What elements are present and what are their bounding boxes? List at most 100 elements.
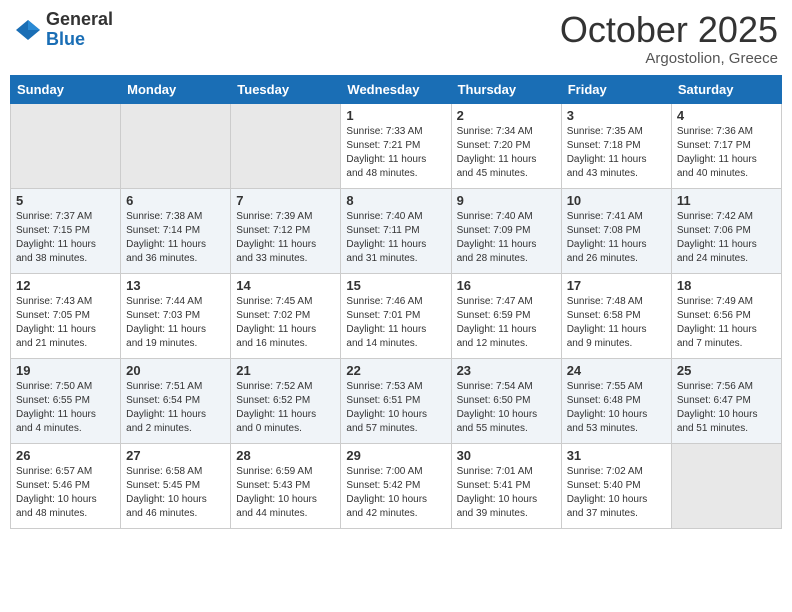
logo: General Blue	[14, 10, 113, 50]
calendar-cell: 21 Sunrise: 7:52 AM Sunset: 6:52 PM Dayli…	[231, 358, 341, 443]
day-info: Sunrise: 7:38 AM Sunset: 7:14 PM Dayligh…	[126, 210, 225, 266]
day-info: Sunrise: 7:53 AM Sunset: 6:51 PM Dayligh…	[346, 380, 445, 436]
weekday-header: Saturday	[671, 75, 781, 103]
day-info: Sunrise: 7:45 AM Sunset: 7:02 PM Dayligh…	[236, 295, 335, 351]
day-number: 17	[567, 278, 666, 293]
day-info: Sunrise: 6:57 AM Sunset: 5:46 PM Dayligh…	[16, 465, 115, 521]
calendar-cell	[671, 443, 781, 528]
page-header: General Blue October 2025 Argostolion, G…	[10, 10, 782, 67]
day-number: 20	[126, 363, 225, 378]
day-info: Sunrise: 7:36 AM Sunset: 7:17 PM Dayligh…	[677, 125, 776, 181]
calendar-cell: 10Sunrise: 7:41 AM Sunset: 7:08 PM Dayli…	[561, 188, 671, 273]
day-info: Sunrise: 7:44 AM Sunset: 7:03 PM Dayligh…	[126, 295, 225, 351]
day-info: Sunrise: 7:00 AM Sunset: 5:42 PM Dayligh…	[346, 465, 445, 521]
day-info: Sunrise: 7:55 AM Sunset: 6:48 PM Dayligh…	[567, 380, 666, 436]
logo-icon	[14, 16, 42, 44]
day-info: Sunrise: 7:43 AM Sunset: 7:05 PM Dayligh…	[16, 295, 115, 351]
day-number: 4	[677, 108, 776, 123]
day-info: Sunrise: 7:34 AM Sunset: 7:20 PM Dayligh…	[457, 125, 556, 181]
day-number: 6	[126, 193, 225, 208]
day-number: 8	[346, 193, 445, 208]
day-number: 26	[16, 448, 115, 463]
day-number: 9	[457, 193, 556, 208]
calendar-cell: 27 Sunrise: 6:58 AM Sunset: 5:45 PM Dayli…	[121, 443, 231, 528]
calendar-cell: 14 Sunrise: 7:45 AM Sunset: 7:02 PM Dayli…	[231, 273, 341, 358]
calendar-cell: 30 Sunrise: 7:01 AM Sunset: 5:41 PM Dayli…	[451, 443, 561, 528]
day-info: Sunrise: 7:56 AM Sunset: 6:47 PM Dayligh…	[677, 380, 776, 436]
month-title: October 2025	[560, 10, 778, 50]
day-number: 14	[236, 278, 335, 293]
calendar-cell: 12 Sunrise: 7:43 AM Sunset: 7:05 PM Dayli…	[11, 273, 121, 358]
day-number: 19	[16, 363, 115, 378]
day-number: 22	[346, 363, 445, 378]
weekday-header: Sunday	[11, 75, 121, 103]
logo-blue: Blue	[46, 29, 85, 49]
title-block: October 2025 Argostolion, Greece	[560, 10, 778, 67]
day-info: Sunrise: 7:50 AM Sunset: 6:55 PM Dayligh…	[16, 380, 115, 436]
day-info: Sunrise: 7:33 AM Sunset: 7:21 PM Dayligh…	[346, 125, 445, 181]
calendar-cell: 13Sunrise: 7:44 AM Sunset: 7:03 PM Dayli…	[121, 273, 231, 358]
calendar-cell: 11 Sunrise: 7:42 AM Sunset: 7:06 PM Dayli…	[671, 188, 781, 273]
logo-text: General Blue	[46, 10, 113, 50]
day-info: Sunrise: 7:46 AM Sunset: 7:01 PM Dayligh…	[346, 295, 445, 351]
calendar-cell	[231, 103, 341, 188]
calendar-cell: 22 Sunrise: 7:53 AM Sunset: 6:51 PM Dayli…	[341, 358, 451, 443]
day-info: Sunrise: 7:35 AM Sunset: 7:18 PM Dayligh…	[567, 125, 666, 181]
day-info: Sunrise: 7:54 AM Sunset: 6:50 PM Dayligh…	[457, 380, 556, 436]
calendar-week-row: 19 Sunrise: 7:50 AM Sunset: 6:55 PM Dayli…	[11, 358, 782, 443]
day-info: Sunrise: 7:39 AM Sunset: 7:12 PM Dayligh…	[236, 210, 335, 266]
calendar-cell: 5Sunrise: 7:37 AM Sunset: 7:15 PM Daylig…	[11, 188, 121, 273]
calendar-week-row: 12 Sunrise: 7:43 AM Sunset: 7:05 PM Dayli…	[11, 273, 782, 358]
day-info: Sunrise: 7:02 AM Sunset: 5:40 PM Dayligh…	[567, 465, 666, 521]
day-number: 27	[126, 448, 225, 463]
calendar-cell: 19 Sunrise: 7:50 AM Sunset: 6:55 PM Dayli…	[11, 358, 121, 443]
day-number: 25	[677, 363, 776, 378]
calendar-cell: 7 Sunrise: 7:39 AM Sunset: 7:12 PM Daylig…	[231, 188, 341, 273]
calendar-cell: 20 Sunrise: 7:51 AM Sunset: 6:54 PM Dayli…	[121, 358, 231, 443]
day-info: Sunrise: 7:01 AM Sunset: 5:41 PM Dayligh…	[457, 465, 556, 521]
location: Argostolion, Greece	[560, 50, 778, 67]
calendar-cell: 18Sunrise: 7:49 AM Sunset: 6:56 PM Dayli…	[671, 273, 781, 358]
day-info: Sunrise: 7:40 AM Sunset: 7:09 PM Dayligh…	[457, 210, 556, 266]
day-number: 12	[16, 278, 115, 293]
day-number: 30	[457, 448, 556, 463]
day-number: 7	[236, 193, 335, 208]
day-number: 11	[677, 193, 776, 208]
calendar-cell: 24Sunrise: 7:55 AM Sunset: 6:48 PM Dayli…	[561, 358, 671, 443]
day-info: Sunrise: 7:47 AM Sunset: 6:59 PM Dayligh…	[457, 295, 556, 351]
weekday-header: Friday	[561, 75, 671, 103]
day-info: Sunrise: 7:52 AM Sunset: 6:52 PM Dayligh…	[236, 380, 335, 436]
day-number: 15	[346, 278, 445, 293]
day-number: 16	[457, 278, 556, 293]
calendar-table: SundayMondayTuesdayWednesdayThursdayFrid…	[10, 75, 782, 529]
day-info: Sunrise: 7:42 AM Sunset: 7:06 PM Dayligh…	[677, 210, 776, 266]
calendar-week-row: 26 Sunrise: 6:57 AM Sunset: 5:46 PM Dayli…	[11, 443, 782, 528]
calendar-cell: 28Sunrise: 6:59 AM Sunset: 5:43 PM Dayli…	[231, 443, 341, 528]
day-info: Sunrise: 6:58 AM Sunset: 5:45 PM Dayligh…	[126, 465, 225, 521]
day-info: Sunrise: 7:48 AM Sunset: 6:58 PM Dayligh…	[567, 295, 666, 351]
weekday-header-row: SundayMondayTuesdayWednesdayThursdayFrid…	[11, 75, 782, 103]
calendar-week-row: 5Sunrise: 7:37 AM Sunset: 7:15 PM Daylig…	[11, 188, 782, 273]
weekday-header: Monday	[121, 75, 231, 103]
calendar-cell: 3 Sunrise: 7:35 AM Sunset: 7:18 PM Daylig…	[561, 103, 671, 188]
calendar-cell: 17 Sunrise: 7:48 AM Sunset: 6:58 PM Dayli…	[561, 273, 671, 358]
calendar-cell: 29Sunrise: 7:00 AM Sunset: 5:42 PM Dayli…	[341, 443, 451, 528]
logo-general: General	[46, 9, 113, 29]
day-number: 21	[236, 363, 335, 378]
calendar-cell: 16 Sunrise: 7:47 AM Sunset: 6:59 PM Dayli…	[451, 273, 561, 358]
day-info: Sunrise: 7:40 AM Sunset: 7:11 PM Dayligh…	[346, 210, 445, 266]
day-info: Sunrise: 7:49 AM Sunset: 6:56 PM Dayligh…	[677, 295, 776, 351]
day-number: 31	[567, 448, 666, 463]
day-number: 1	[346, 108, 445, 123]
day-number: 23	[457, 363, 556, 378]
day-info: Sunrise: 7:37 AM Sunset: 7:15 PM Dayligh…	[16, 210, 115, 266]
calendar-cell: 6 Sunrise: 7:38 AM Sunset: 7:14 PM Daylig…	[121, 188, 231, 273]
calendar-cell: 25 Sunrise: 7:56 AM Sunset: 6:47 PM Dayli…	[671, 358, 781, 443]
day-info: Sunrise: 7:51 AM Sunset: 6:54 PM Dayligh…	[126, 380, 225, 436]
calendar-week-row: 1 Sunrise: 7:33 AM Sunset: 7:21 PM Daylig…	[11, 103, 782, 188]
calendar-cell	[121, 103, 231, 188]
day-info: Sunrise: 7:41 AM Sunset: 7:08 PM Dayligh…	[567, 210, 666, 266]
day-number: 3	[567, 108, 666, 123]
calendar-cell: 2Sunrise: 7:34 AM Sunset: 7:20 PM Daylig…	[451, 103, 561, 188]
calendar-cell: 8 Sunrise: 7:40 AM Sunset: 7:11 PM Daylig…	[341, 188, 451, 273]
